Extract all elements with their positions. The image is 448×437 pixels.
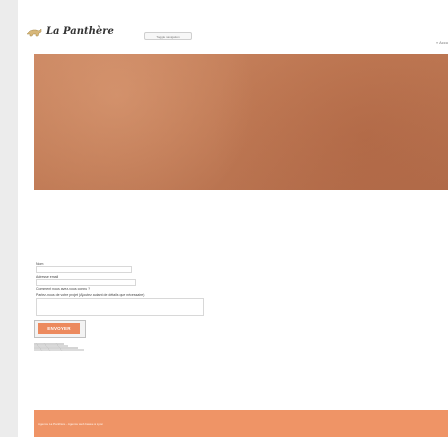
site-footer: Agence La Panthère - Agence web basée à …: [34, 410, 448, 437]
captcha-image: [34, 342, 86, 352]
send-button[interactable]: ENVOYER: [38, 323, 80, 334]
site-logo[interactable]: La Panthère: [26, 26, 114, 37]
site-header: La Panthère Toggle navigation « Accu: [18, 0, 448, 50]
home-link[interactable]: « Accu: [436, 40, 448, 45]
send-button-frame: ENVOYER: [34, 320, 86, 338]
message-label: Parlez-nous de votre projet (Ajoutez aut…: [36, 293, 145, 297]
message-textarea[interactable]: [36, 298, 204, 316]
hero-banner: [34, 54, 448, 190]
footer-text: Agence La Panthère - Agence web basée à …: [38, 422, 104, 426]
brand-name: La Panthère: [46, 26, 114, 37]
name-field[interactable]: [36, 266, 132, 273]
panther-icon: [26, 27, 42, 37]
nav-toggle-button[interactable]: Toggle navigation: [144, 32, 192, 40]
page: La Panthère Toggle navigation « Accu Nom…: [18, 0, 448, 437]
email-field[interactable]: [36, 279, 136, 286]
